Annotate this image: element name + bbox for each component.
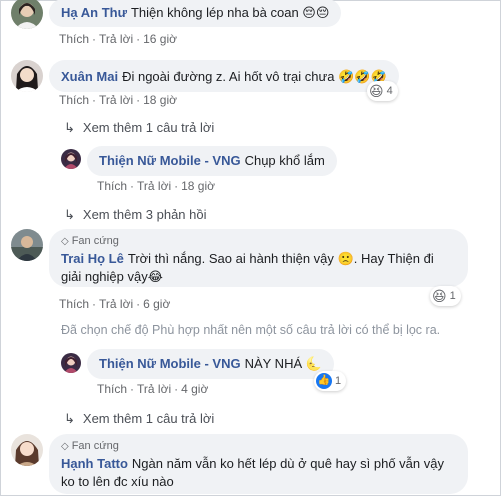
comment-actions: Thích · Trả lời · 16 giờ bbox=[59, 32, 177, 46]
reply-button[interactable]: Trả lời bbox=[99, 93, 133, 107]
reaction-count[interactable]: 😆 1 bbox=[430, 286, 461, 306]
like-button[interactable]: Thích bbox=[97, 382, 127, 396]
like-button[interactable]: Thích bbox=[97, 179, 127, 193]
comment-text: Thiện không lép nha bà coan bbox=[130, 5, 299, 20]
diamond-icon: ◇ bbox=[61, 441, 69, 452]
like-button[interactable]: Thích bbox=[59, 297, 89, 311]
reply-bubble: Thiện Nữ Mobile - VNG Chụp khổ lắm bbox=[87, 146, 337, 176]
timestamp[interactable]: 6 giờ bbox=[143, 297, 170, 311]
reply-author[interactable]: Thiện Nữ Mobile - VNG bbox=[99, 356, 241, 371]
avatar[interactable] bbox=[11, 60, 43, 92]
reply-bubble: Thiện Nữ Mobile - VNG NÀY NHÁ 🌜 bbox=[87, 349, 334, 379]
reply-text: Chụp khổ lắm bbox=[244, 153, 325, 168]
comment-actions: Thích · Trả lời · 6 giờ bbox=[59, 297, 171, 311]
avatar[interactable] bbox=[11, 229, 43, 261]
timestamp[interactable]: 16 giờ bbox=[143, 32, 177, 46]
moon-emoji: 🌜 bbox=[305, 356, 322, 371]
like-button[interactable]: Thích bbox=[59, 93, 89, 107]
reply-actions: Thích · Trả lời · 4 giờ bbox=[97, 382, 209, 396]
comment-actions: Thích · Trả lời · 18 giờ bbox=[59, 93, 177, 107]
timestamp[interactable]: 18 giờ bbox=[143, 93, 177, 107]
timestamp[interactable]: 18 giờ bbox=[181, 179, 215, 193]
page-avatar[interactable] bbox=[61, 149, 81, 169]
reaction-count[interactable]: 😆 4 bbox=[367, 81, 398, 101]
comment-text: Trời thì nắng. Sao ai hành thiện vậy bbox=[127, 251, 334, 266]
reply-arrow-icon: ↳ bbox=[64, 207, 75, 222]
laughing-emoji: 😂 bbox=[147, 269, 163, 284]
view-more-replies[interactable]: ↳ Xem thêm 3 phản hồi bbox=[64, 207, 206, 223]
view-more-replies[interactable]: ↳ Xem thêm 1 câu trả lời bbox=[64, 411, 214, 427]
reply-author[interactable]: Thiện Nữ Mobile - VNG bbox=[99, 153, 241, 168]
reply-button[interactable]: Trả lời bbox=[99, 297, 133, 311]
comment-bubble: ◇ Fan cứng Hạnh Tatto Ngàn năm vẫn ko hết … bbox=[49, 434, 468, 494]
comment-bubble: Xuân Mai Đi ngoài đường z. Ai hốt vô trại… bbox=[49, 60, 399, 92]
like-button[interactable]: Thích bbox=[59, 32, 89, 46]
haha-emoji: 😆 bbox=[369, 82, 384, 99]
reply-actions: Thích · Trả lời · 18 giờ bbox=[97, 179, 215, 193]
reply-text: NÀY NHÁ bbox=[244, 356, 303, 371]
confused-emoji: 🙁 bbox=[337, 251, 354, 266]
reply-arrow-icon: ↳ bbox=[64, 411, 75, 426]
view-more-replies[interactable]: ↳ Xem thêm 1 câu trả lời bbox=[64, 120, 214, 136]
reply-arrow-icon: ↳ bbox=[64, 120, 75, 135]
like-icon: 👍 bbox=[316, 373, 332, 389]
comment-bubble: ◇ Fan cứng Trai Họ Lê Trời thì nắng. Sao a… bbox=[49, 229, 468, 287]
comment-author[interactable]: Xuân Mai bbox=[61, 69, 118, 84]
fan-badge: ◇ Fan cứng bbox=[61, 235, 119, 247]
timestamp[interactable]: 4 giờ bbox=[181, 382, 208, 396]
comment-text: Đi ngoài đường z. Ai hốt vô trại chưa bbox=[122, 69, 335, 84]
reply-button[interactable]: Trả lời bbox=[137, 179, 171, 193]
reply-button[interactable]: Trả lời bbox=[137, 382, 171, 396]
reply-button[interactable]: Trả lời bbox=[99, 32, 133, 46]
reaction-count[interactable]: 👍 1 bbox=[314, 371, 347, 391]
comment-author[interactable]: Trai Họ Lê bbox=[61, 251, 124, 266]
haha-emoji: 😆 bbox=[432, 287, 447, 304]
sad-emoji: 😔😔 bbox=[302, 5, 330, 20]
avatar[interactable] bbox=[11, 434, 43, 466]
comment-author[interactable]: Hạnh Tatto bbox=[61, 456, 128, 471]
diamond-icon: ◇ bbox=[61, 236, 69, 247]
comment-bubble: Hạ An Thư Thiện không lép nha bà coan 😔😔 bbox=[49, 0, 342, 27]
comment-author[interactable]: Hạ An Thư bbox=[61, 5, 127, 20]
page-avatar[interactable] bbox=[61, 353, 81, 373]
filter-notice: Đã chọn chế độ Phù hợp nhất nên một số c… bbox=[61, 323, 441, 337]
fan-badge: ◇ Fan cứng bbox=[61, 440, 119, 452]
